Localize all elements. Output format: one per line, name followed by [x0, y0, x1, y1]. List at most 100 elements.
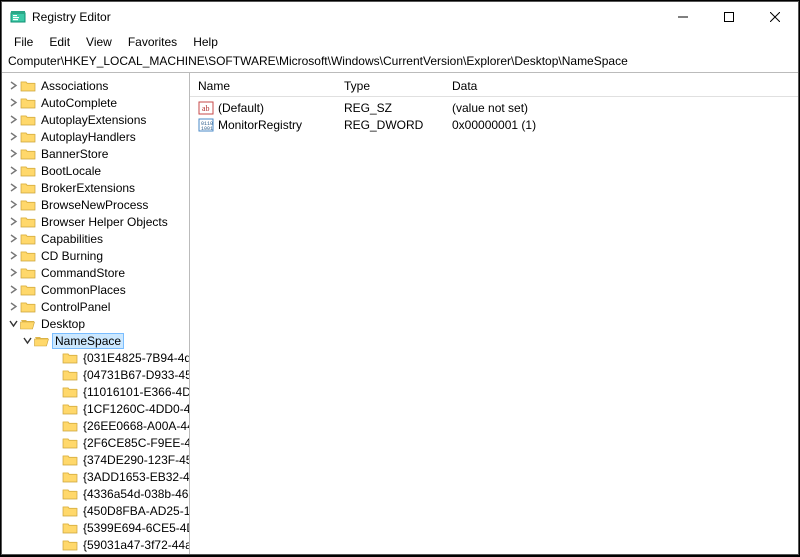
tree-item[interactable]: AutoplayHandlers [2, 128, 189, 145]
tree-item[interactable]: BannerStore [2, 145, 189, 162]
tree-item[interactable]: Desktop [2, 315, 189, 332]
tree-scroll[interactable]: AssociationsAutoCompleteAutoplayExtensio… [2, 77, 189, 554]
tree-item-label: CD Burning [38, 248, 106, 264]
tree-item-label: {26EE0668-A00A-44D7-93 [80, 418, 189, 434]
chevron-right-icon[interactable] [6, 198, 20, 212]
folder-icon [62, 470, 78, 484]
tree-item[interactable]: AutoComplete [2, 94, 189, 111]
column-type[interactable]: Type [336, 77, 444, 95]
folder-icon [20, 215, 36, 229]
tree-item-label: {4336a54d-038b-4685-ab [80, 486, 189, 502]
folder-icon [62, 521, 78, 535]
tree-item[interactable]: {5399E694-6CE5-4D6C-8 [2, 519, 189, 536]
value-type: REG_SZ [336, 101, 444, 115]
tree-item-label: AutoplayHandlers [38, 129, 139, 145]
tree-item[interactable]: {59031a47-3f72-44a7-89c [2, 536, 189, 553]
tree-item[interactable]: CD Burning [2, 247, 189, 264]
folder-icon [20, 96, 36, 110]
folder-icon [62, 402, 78, 416]
value-row[interactable]: ab(Default)REG_SZ(value not set) [190, 99, 798, 116]
chevron-down-icon[interactable] [6, 317, 20, 331]
chevron-right-icon[interactable] [6, 232, 20, 246]
tree-item-label: {11016101-E366-4D22-BC [80, 384, 189, 400]
tree-item[interactable]: Capabilities [2, 230, 189, 247]
tree-item-label: {5399E694-6CE5-4D6C-8 [80, 520, 189, 536]
tree-item[interactable]: NameSpace [2, 332, 189, 349]
close-button[interactable] [752, 2, 798, 32]
chevron-right-icon[interactable] [6, 79, 20, 93]
content-split: AssociationsAutoCompleteAutoplayExtensio… [2, 72, 798, 554]
chevron-right-icon[interactable] [6, 283, 20, 297]
tree-item[interactable]: {04731B67-D933-450a-90 [2, 366, 189, 383]
tree-item[interactable]: {2F6CE85C-F9EE-43CA-9 [2, 434, 189, 451]
tree-item-label: {5b934b42-522b-4c34-bb [80, 554, 189, 555]
column-data[interactable]: Data [444, 77, 798, 95]
chevron-right-icon[interactable] [6, 130, 20, 144]
folder-icon [20, 130, 36, 144]
tree-item-label: {031E4825-7B94-4dc3-B1 [80, 350, 189, 366]
tree-item[interactable]: {3ADD1653-EB32-4cb0-B [2, 468, 189, 485]
value-data: 0x00000001 (1) [444, 118, 798, 132]
list-header: Name Type Data [190, 73, 798, 97]
folder-icon [20, 317, 36, 331]
chevron-right-icon[interactable] [6, 113, 20, 127]
chevron-right-icon[interactable] [6, 300, 20, 314]
chevron-right-icon[interactable] [6, 249, 20, 263]
tree-item-label: BrowseNewProcess [38, 197, 151, 213]
address-bar[interactable]: Computer\HKEY_LOCAL_MACHINE\SOFTWARE\Mic… [2, 52, 798, 72]
folder-icon [20, 300, 36, 314]
column-name[interactable]: Name [190, 77, 336, 95]
tree-item[interactable]: {1CF1260C-4DD0-4ebb-8 [2, 400, 189, 417]
chevron-down-icon[interactable] [20, 334, 34, 348]
tree-item-label: {1CF1260C-4DD0-4ebb-8 [80, 401, 189, 417]
tree-item[interactable]: {450D8FBA-AD25-11D0-9 [2, 502, 189, 519]
tree-item[interactable]: BootLocale [2, 162, 189, 179]
window-buttons [660, 2, 798, 32]
chevron-right-icon[interactable] [6, 147, 20, 161]
list-body: ab(Default)REG_SZ(value not set)01101001… [190, 97, 798, 554]
tree-item[interactable]: Browser Helper Objects [2, 213, 189, 230]
folder-icon [62, 538, 78, 552]
tree-item-label: BrokerExtensions [38, 180, 138, 196]
chevron-right-icon[interactable] [6, 96, 20, 110]
tree-item-label: BannerStore [38, 146, 111, 162]
chevron-right-icon[interactable] [6, 215, 20, 229]
tree-item[interactable]: {4336a54d-038b-4685-ab [2, 485, 189, 502]
folder-icon [62, 487, 78, 501]
maximize-button[interactable] [706, 2, 752, 32]
titlebar[interactable]: Registry Editor [2, 2, 798, 32]
tree-item[interactable]: {374DE290-123F-4565-91 [2, 451, 189, 468]
chevron-right-icon[interactable] [6, 266, 20, 280]
folder-icon [20, 113, 36, 127]
menu-favorites[interactable]: Favorites [120, 33, 185, 51]
tree-item[interactable]: {031E4825-7B94-4dc3-B1 [2, 349, 189, 366]
tree-item[interactable]: {26EE0668-A00A-44D7-93 [2, 417, 189, 434]
app-icon [10, 9, 26, 25]
tree-item[interactable]: {11016101-E366-4D22-BC [2, 383, 189, 400]
tree-item[interactable]: Associations [2, 77, 189, 94]
chevron-right-icon[interactable] [6, 181, 20, 195]
tree-item-label: AutoComplete [38, 95, 120, 111]
menu-help[interactable]: Help [185, 33, 226, 51]
chevron-right-icon[interactable] [6, 164, 20, 178]
menu-view[interactable]: View [78, 33, 120, 51]
tree-item[interactable]: ControlPanel [2, 298, 189, 315]
tree-item[interactable]: CommonPlaces [2, 281, 189, 298]
tree-item-label: Desktop [38, 316, 88, 332]
value-data: (value not set) [444, 101, 798, 115]
tree-item[interactable]: {5b934b42-522b-4c34-bb [2, 553, 189, 554]
tree-item[interactable]: AutoplayExtensions [2, 111, 189, 128]
menu-file[interactable]: File [6, 33, 41, 51]
tree-item[interactable]: BrokerExtensions [2, 179, 189, 196]
folder-icon [62, 419, 78, 433]
value-row[interactable]: 01101001MonitorRegistryREG_DWORD0x000000… [190, 116, 798, 133]
menu-edit[interactable]: Edit [41, 33, 78, 51]
tree-item[interactable]: BrowseNewProcess [2, 196, 189, 213]
minimize-button[interactable] [660, 2, 706, 32]
tree-item-label: BootLocale [38, 163, 104, 179]
tree-item-label: Browser Helper Objects [38, 214, 171, 230]
tree-item-label: Capabilities [38, 231, 106, 247]
tree-item[interactable]: CommandStore [2, 264, 189, 281]
tree-item-label: Associations [38, 78, 111, 94]
tree-item-label: {04731B67-D933-450a-90 [80, 367, 189, 383]
